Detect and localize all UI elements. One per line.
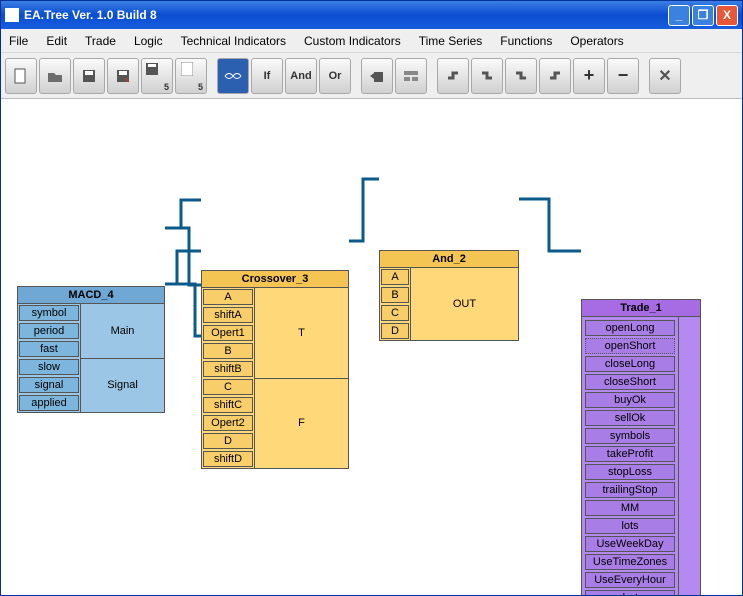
port-applied[interactable]: applied	[19, 395, 79, 411]
export-icon[interactable]	[361, 58, 393, 94]
close-button[interactable]: X	[716, 5, 738, 26]
port-fast[interactable]: fast	[19, 341, 79, 357]
port-usetimezones[interactable]: UseTimeZones	[585, 554, 675, 570]
port-shiftd[interactable]: shiftD	[203, 451, 253, 467]
port-a[interactable]: A	[381, 269, 409, 285]
menu-edit[interactable]: Edit	[46, 34, 67, 48]
node-title: Trade_1	[582, 300, 700, 317]
delete-icon[interactable]: ✕	[649, 58, 681, 94]
node-crossover[interactable]: Crossover_3 A shiftA Opert1 B shiftB C s…	[201, 270, 349, 469]
port-trailingstop[interactable]: trailingStop	[585, 482, 675, 498]
save-icon[interactable]	[73, 58, 105, 94]
node-macd[interactable]: MACD_4 symbol period fast slow signal ap…	[17, 286, 165, 413]
menu-operators[interactable]: Operators	[570, 34, 623, 48]
output-f[interactable]: F	[255, 378, 348, 469]
menu-logic[interactable]: Logic	[134, 34, 163, 48]
port-a[interactable]: A	[203, 289, 253, 305]
menu-functions[interactable]: Functions	[500, 34, 552, 48]
world-icon[interactable]	[217, 58, 249, 94]
shape-3-icon[interactable]	[505, 58, 537, 94]
port-openlong[interactable]: openLong	[585, 320, 675, 336]
menu-custom-indicators[interactable]: Custom Indicators	[304, 34, 401, 48]
zoom-out-icon[interactable]: −	[607, 58, 639, 94]
port-shiftb[interactable]: shiftB	[203, 361, 253, 377]
port-c[interactable]: C	[381, 305, 409, 321]
if-button[interactable]: If	[251, 58, 283, 94]
doc-5-icon[interactable]: 5	[175, 58, 207, 94]
port-lots[interactable]: lots	[585, 518, 675, 534]
minimize-button[interactable]: _	[668, 5, 690, 26]
window-title: EA.Tree Ver. 1.0 Build 8	[24, 8, 157, 22]
output-t[interactable]: T	[255, 288, 348, 378]
port-closeshort[interactable]: closeShort	[585, 374, 675, 390]
port-takeprofit[interactable]: takeProfit	[585, 446, 675, 462]
shape-1-icon[interactable]	[437, 58, 469, 94]
port-useweekday[interactable]: UseWeekDay	[585, 536, 675, 552]
titlebar[interactable]: EA.Tree Ver. 1.0 Build 8 _ ❐ X	[1, 1, 742, 29]
port-symbol[interactable]: symbol	[19, 305, 79, 321]
or-button[interactable]: Or	[319, 58, 351, 94]
node-title: Crossover_3	[202, 271, 348, 288]
layout-icon[interactable]	[395, 58, 427, 94]
menu-trade[interactable]: Trade	[85, 34, 116, 48]
port-buyok[interactable]: buyOk	[585, 392, 675, 408]
port-b[interactable]: B	[381, 287, 409, 303]
port-d[interactable]: D	[381, 323, 409, 339]
app-window: EA.Tree Ver. 1.0 Build 8 _ ❐ X File Edit…	[0, 0, 743, 596]
node-trade[interactable]: Trade_1 openLong openShort closeLong clo…	[581, 299, 701, 595]
port-stoploss[interactable]: stopLoss	[585, 464, 675, 480]
node-title: MACD_4	[18, 287, 164, 304]
save-as-icon[interactable]	[107, 58, 139, 94]
output-signal[interactable]: Signal	[81, 358, 164, 413]
toolbar: 5 5 If And Or + − ✕	[1, 53, 742, 99]
menu-time-series[interactable]: Time Series	[419, 34, 483, 48]
save-5-icon[interactable]: 5	[141, 58, 173, 94]
port-sellok[interactable]: sellOk	[585, 410, 675, 426]
diagram-canvas[interactable]: MACD_4 symbol period fast slow signal ap…	[1, 99, 742, 595]
port-openshort[interactable]: openShort	[585, 338, 675, 354]
shape-4-icon[interactable]	[539, 58, 571, 94]
port-d[interactable]: D	[203, 433, 253, 449]
output-main[interactable]: Main	[81, 304, 164, 358]
new-file-icon[interactable]	[5, 58, 37, 94]
port-closelong[interactable]: closeLong	[585, 356, 675, 372]
port-slow[interactable]: slow	[19, 359, 79, 375]
shape-2-icon[interactable]	[471, 58, 503, 94]
node-title: And_2	[380, 251, 518, 268]
port-opert2[interactable]: Opert2	[203, 415, 253, 431]
port-mm[interactable]: MM	[585, 500, 675, 516]
menu-file[interactable]: File	[9, 34, 28, 48]
menubar: File Edit Trade Logic Technical Indicato…	[1, 29, 742, 53]
port-alerts[interactable]: alerts	[585, 590, 675, 595]
port-signal[interactable]: signal	[19, 377, 79, 393]
app-icon	[5, 8, 19, 22]
port-period[interactable]: period	[19, 323, 79, 339]
port-b[interactable]: B	[203, 343, 253, 359]
menu-technical-indicators[interactable]: Technical Indicators	[181, 34, 286, 48]
zoom-in-icon[interactable]: +	[573, 58, 605, 94]
port-opert1[interactable]: Opert1	[203, 325, 253, 341]
port-shifta[interactable]: shiftA	[203, 307, 253, 323]
and-button[interactable]: And	[285, 58, 317, 94]
open-file-icon[interactable]	[39, 58, 71, 94]
output-out[interactable]: OUT	[411, 268, 518, 340]
port-useeveryhour[interactable]: UseEveryHour	[585, 572, 675, 588]
port-c[interactable]: C	[203, 379, 253, 395]
node-and2[interactable]: And_2 A B C D OUT	[379, 250, 519, 341]
port-symbols[interactable]: symbols	[585, 428, 675, 444]
maximize-button[interactable]: ❐	[692, 5, 714, 26]
port-shiftc[interactable]: shiftC	[203, 397, 253, 413]
